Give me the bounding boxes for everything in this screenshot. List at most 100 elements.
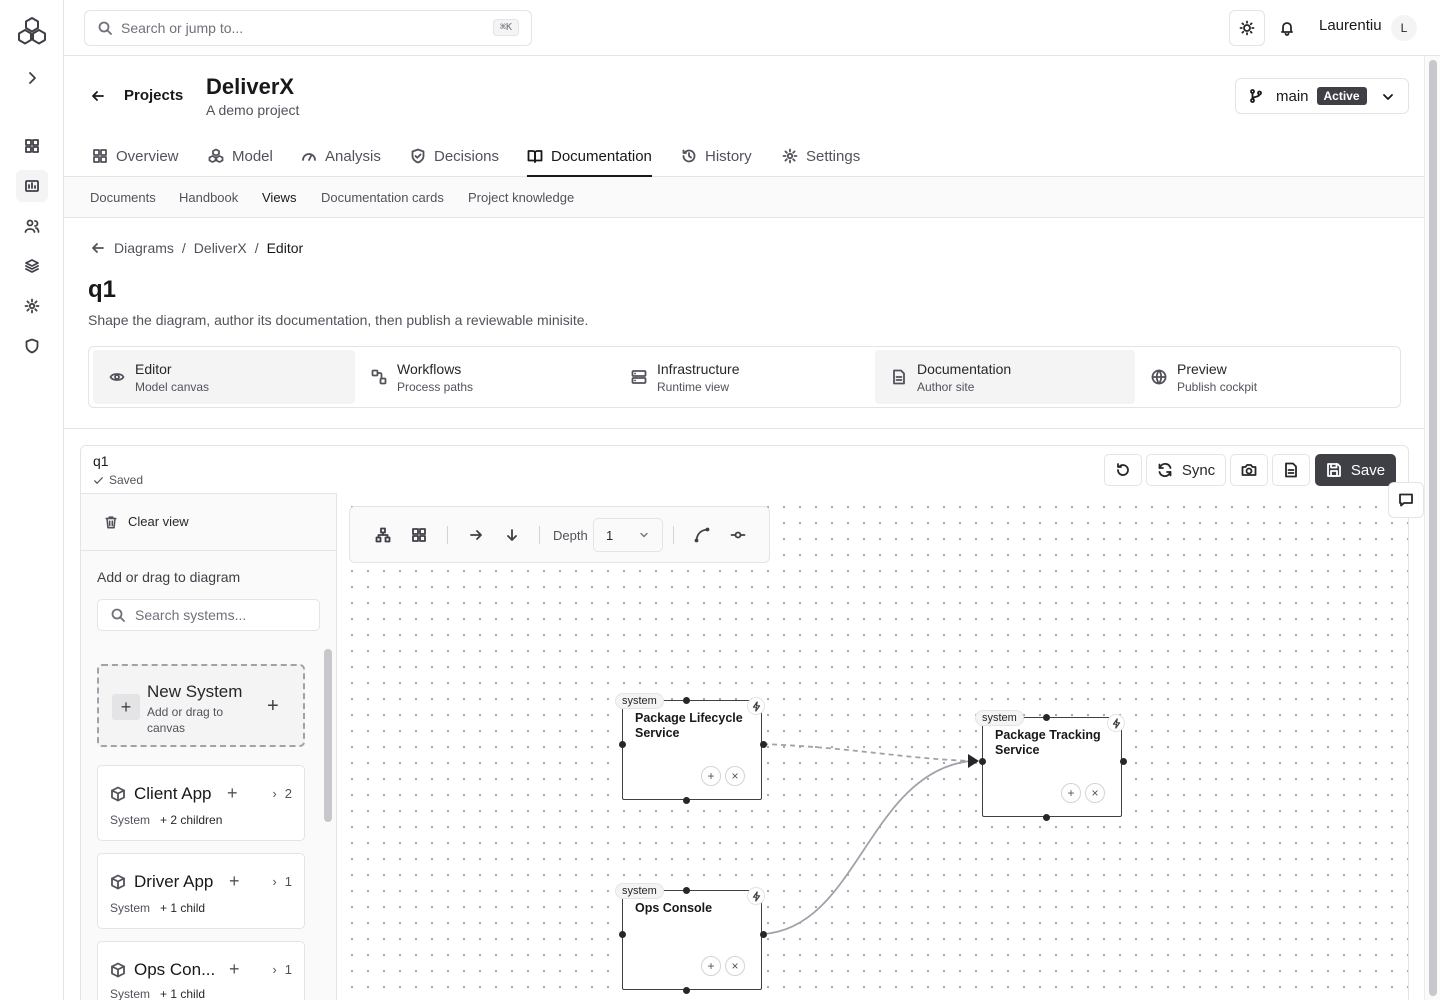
node-package-lifecycle-service[interactable]: system Package Lifecycle Service + × [615,693,767,804]
grid-icon [93,149,107,163]
system-card-client-app[interactable]: Client App + › 2 System + 2 children [97,765,305,841]
tab-history[interactable]: History [681,136,752,176]
breadcrumb-separator: / [181,240,186,256]
back-to-projects-link[interactable]: Projects [90,87,183,104]
arrow-right-icon [470,530,482,540]
arrow-down-icon [507,529,517,541]
scrollbar-thumb[interactable] [1429,60,1437,996]
tab-documentation[interactable]: Documentation [527,136,652,177]
new-system-card[interactable]: + New System Add or drag to canvas + [97,664,305,747]
app-logo-icon[interactable] [16,15,48,47]
curved-edges-button[interactable] [688,521,716,549]
connection-handle[interactable] [683,887,690,894]
node-add-button[interactable]: + [701,766,721,786]
breadcrumb-diagrams[interactable]: Diagrams [114,240,174,256]
rail-dashboard-icon[interactable] [16,130,48,162]
system-search-input[interactable]: Search systems... [97,599,320,631]
system-card-ops-console[interactable]: Ops Con... + › 1 System + 1 child [97,941,305,1000]
chevron-right-icon[interactable] [24,70,40,86]
tab-settings[interactable]: Settings [782,136,860,176]
bell-icon [1281,22,1293,36]
connection-handle[interactable] [760,931,767,938]
save-button[interactable]: Save [1315,454,1396,486]
reset-button[interactable] [1104,454,1142,486]
clear-view-button[interactable]: Clear view [104,514,189,529]
rail-layers-icon[interactable] [16,250,48,282]
layout-vertical-button[interactable] [498,521,526,549]
new-system-title: New System [147,682,243,701]
mode-workflows[interactable]: Workflows Process paths [355,350,615,404]
node-add-button[interactable]: + [1061,783,1081,803]
add-new-system-button[interactable]: + [267,695,279,718]
connection-handle[interactable] [1043,814,1050,821]
child-count[interactable]: › 2 [272,786,292,801]
tab-decisions[interactable]: Decisions [410,136,499,176]
palette-scrollbar[interactable] [324,649,332,822]
node-ops-console[interactable]: system Ops Console + × [615,883,767,994]
straight-edges-button[interactable] [724,521,752,549]
tab-analysis[interactable]: Analysis [301,136,381,176]
subtab-handbook[interactable]: Handbook [179,190,238,205]
theme-toggle-button[interactable] [1229,10,1265,46]
hierarchy-layout-button[interactable] [369,521,397,549]
child-count-value: 2 [284,786,292,801]
sync-label: Sync [1181,461,1216,479]
subtab-documents[interactable]: Documents [90,190,156,205]
mode-infrastructure[interactable]: Infrastructure Runtime view [615,350,875,404]
page-scrollbar[interactable] [1424,56,1440,1000]
search-icon [98,21,112,35]
connection-handle[interactable] [683,697,690,704]
rail-shield-icon[interactable] [16,330,48,362]
mode-documentation[interactable]: Documentation Author site [875,350,1135,404]
depth-select[interactable]: 1 [593,518,663,552]
edge-lifecycle-to-tracking[interactable] [762,743,971,762]
child-count[interactable]: › 1 [272,874,292,889]
branch-selector[interactable]: main Active [1235,78,1409,114]
layout-horizontal-button[interactable] [462,521,490,549]
child-count[interactable]: › 1 [272,962,292,977]
comments-button[interactable] [1388,482,1424,518]
rail-settings-icon[interactable] [16,290,48,322]
notifications-button[interactable] [1269,10,1305,46]
tab-overview[interactable]: Overview [92,136,179,176]
subtab-views[interactable]: Views [262,190,296,205]
system-card-driver-app[interactable]: Driver App + › 1 System + 1 child [97,853,305,929]
node-package-tracking-service[interactable]: system Package Tracking Service + × [975,710,1127,821]
rail-users-icon[interactable] [16,210,48,242]
node-remove-button[interactable]: × [725,766,745,786]
tab-model[interactable]: Model [208,136,273,176]
rail-projects-icon[interactable] [16,170,48,202]
file-text-icon [1285,462,1297,478]
user-name[interactable]: Laurentiu [1319,17,1382,34]
subtab-documentation-cards[interactable]: Documentation cards [321,190,444,205]
breadcrumb-project[interactable]: DeliverX [194,240,247,256]
global-search-input[interactable]: Search or jump to... ⌘K [84,10,532,46]
edge-ops-to-tracking[interactable] [762,760,971,935]
connection-handle[interactable] [979,758,986,765]
connection-handle[interactable] [1043,714,1050,721]
add-system-button[interactable]: + [229,871,240,892]
node-add-button[interactable]: + [701,956,721,976]
connection-handle[interactable] [760,741,767,748]
connection-handle[interactable] [619,931,626,938]
mode-editor[interactable]: Editor Model canvas [93,350,355,404]
avatar[interactable]: L [1391,15,1417,41]
grid-layout-button[interactable] [405,521,433,549]
node-remove-button[interactable]: × [725,956,745,976]
connection-handle[interactable] [619,741,626,748]
mode-title: Workflows [397,360,462,377]
project-title: DeliverX [206,74,295,99]
arrow-left-icon[interactable] [90,240,106,256]
add-system-button[interactable]: + [229,959,240,980]
connection-handle[interactable] [1120,758,1127,765]
screenshot-button[interactable] [1230,454,1268,486]
export-doc-button[interactable] [1272,454,1310,486]
connection-handle[interactable] [683,797,690,804]
subtab-project-knowledge[interactable]: Project knowledge [468,190,574,205]
page-subtitle: Shape the diagram, author its documentat… [88,312,589,328]
connection-handle[interactable] [683,987,690,994]
mode-preview[interactable]: Preview Publish cockpit [1135,350,1397,404]
node-remove-button[interactable]: × [1085,783,1105,803]
sync-button[interactable]: Sync [1146,454,1226,486]
add-system-button[interactable]: + [227,783,238,804]
